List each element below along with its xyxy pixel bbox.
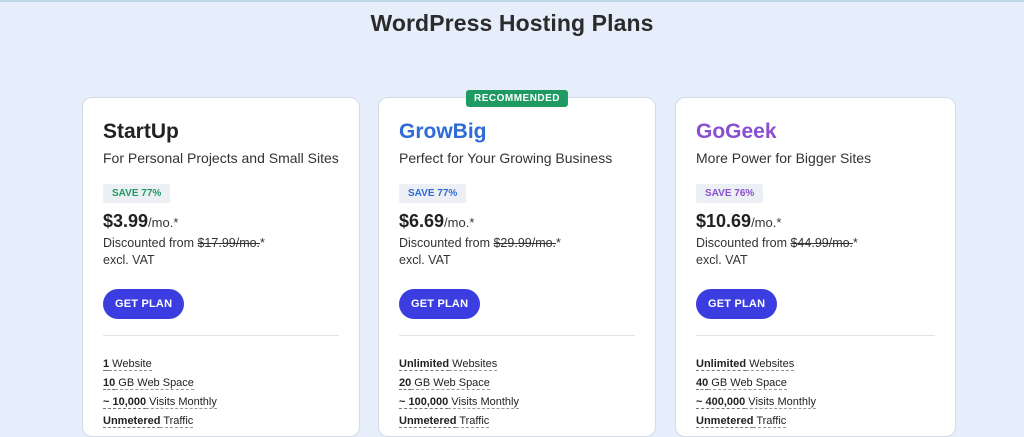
original-price: $17.99/mo. [197, 236, 261, 250]
feature-item: ~ 100,000 Visits Monthly [399, 393, 635, 412]
plan-card-gogeek: GoGeek More Power for Bigger Sites SAVE … [675, 97, 956, 437]
feature-text: Traffic [753, 415, 787, 428]
plan-tagline: Perfect for Your Growing Business [399, 150, 613, 166]
vat-note: excl. VAT [696, 253, 748, 267]
feature-text: Traffic [160, 415, 194, 428]
feature-bold: Unmetered [103, 415, 161, 428]
discount-prefix: Discounted from [399, 236, 494, 250]
original-price: $29.99/mo. [493, 236, 557, 250]
divider [399, 335, 635, 336]
feature-item: Unmetered Traffic [103, 412, 339, 431]
discount-prefix: Discounted from [696, 236, 791, 250]
feature-item: Unlimited Websites [696, 355, 935, 374]
plan-name: StartUp [103, 120, 179, 143]
feature-bold: Unlimited [399, 358, 450, 371]
feature-item: 10 GB Web Space [103, 374, 339, 393]
price: $6.69 [399, 211, 445, 231]
feature-item: ~ 400,000 Visits Monthly [696, 393, 935, 412]
feature-bold: ~ 400,000 [696, 396, 746, 409]
divider [103, 335, 339, 336]
recommended-badge: RECOMMENDED [465, 90, 569, 107]
feature-text: GB Web Space [411, 377, 490, 390]
plan-tagline: More Power for Bigger Sites [696, 150, 872, 166]
feature-item: 40 GB Web Space [696, 374, 935, 393]
feature-list: Unlimited Websites 20 GB Web Space ~ 100… [399, 355, 635, 431]
get-plan-button[interactable]: GET PLAN [696, 289, 778, 319]
price-period: /mo.* [751, 215, 782, 230]
feature-text: Websites [746, 358, 795, 371]
save-badge: SAVE 76% [696, 184, 764, 203]
page-title: WordPress Hosting Plans [370, 10, 654, 36]
divider [696, 335, 935, 336]
feature-bold: ~ 100,000 [399, 396, 449, 409]
feature-bold: 40 [696, 377, 709, 390]
plan-name: GoGeek [696, 120, 777, 143]
get-plan-button[interactable]: GET PLAN [103, 289, 185, 319]
price-period: /mo.* [444, 215, 475, 230]
feature-text: Visits Monthly [146, 396, 217, 409]
plan-name: GrowBig [399, 120, 487, 143]
feature-bold: Unmetered [399, 415, 457, 428]
feature-item: 1 Website [103, 355, 339, 374]
feature-bold: ~ 10,000 [103, 396, 147, 409]
plan-card-startup: StartUp For Personal Projects and Small … [82, 97, 360, 437]
feature-list: Unlimited Websites 40 GB Web Space ~ 400… [696, 355, 935, 431]
feature-bold: Unlimited [696, 358, 747, 371]
feature-text: GB Web Space [115, 377, 194, 390]
discount-text: Discounted from $29.99/mo.* [399, 236, 635, 250]
price-row: $6.69/mo.* [399, 211, 635, 232]
discount-suffix: * [853, 236, 858, 250]
feature-text: Website [109, 358, 152, 371]
feature-list: 1 Website 10 GB Web Space ~ 10,000 Visit… [103, 355, 339, 431]
feature-item: Unlimited Websites [399, 355, 635, 374]
get-plan-button[interactable]: GET PLAN [399, 289, 481, 319]
price: $10.69 [696, 211, 752, 231]
feature-item: 20 GB Web Space [399, 374, 635, 393]
vat-note: excl. VAT [103, 253, 155, 267]
feature-text: Visits Monthly [745, 396, 816, 409]
discount-text: Discounted from $44.99/mo.* [696, 236, 935, 250]
feature-text: GB Web Space [708, 377, 787, 390]
save-badge: SAVE 77% [399, 184, 467, 203]
feature-item: Unmetered Traffic [696, 412, 935, 431]
price-row: $3.99/mo.* [103, 211, 339, 232]
save-badge: SAVE 77% [103, 184, 171, 203]
feature-bold: 10 [103, 377, 116, 390]
price: $3.99 [103, 211, 149, 231]
vat-note: excl. VAT [399, 253, 451, 267]
price-period: /mo.* [148, 215, 179, 230]
feature-item: Unmetered Traffic [399, 412, 635, 431]
discount-prefix: Discounted from [103, 236, 198, 250]
feature-item: ~ 10,000 Visits Monthly [103, 393, 339, 412]
feature-bold: Unmetered [696, 415, 754, 428]
feature-text: Websites [449, 358, 498, 371]
discount-suffix: * [260, 236, 265, 250]
discount-suffix: * [556, 236, 561, 250]
feature-bold: 20 [399, 377, 412, 390]
discount-text: Discounted from $17.99/mo.* [103, 236, 339, 250]
feature-text: Traffic [456, 415, 490, 428]
plan-tagline: For Personal Projects and Small Sites [103, 150, 339, 166]
original-price: $44.99/mo. [790, 236, 854, 250]
price-row: $10.69/mo.* [696, 211, 935, 232]
plan-card-growbig: RECOMMENDED GrowBig Perfect for Your Gro… [378, 90, 656, 437]
feature-text: Visits Monthly [448, 396, 519, 409]
